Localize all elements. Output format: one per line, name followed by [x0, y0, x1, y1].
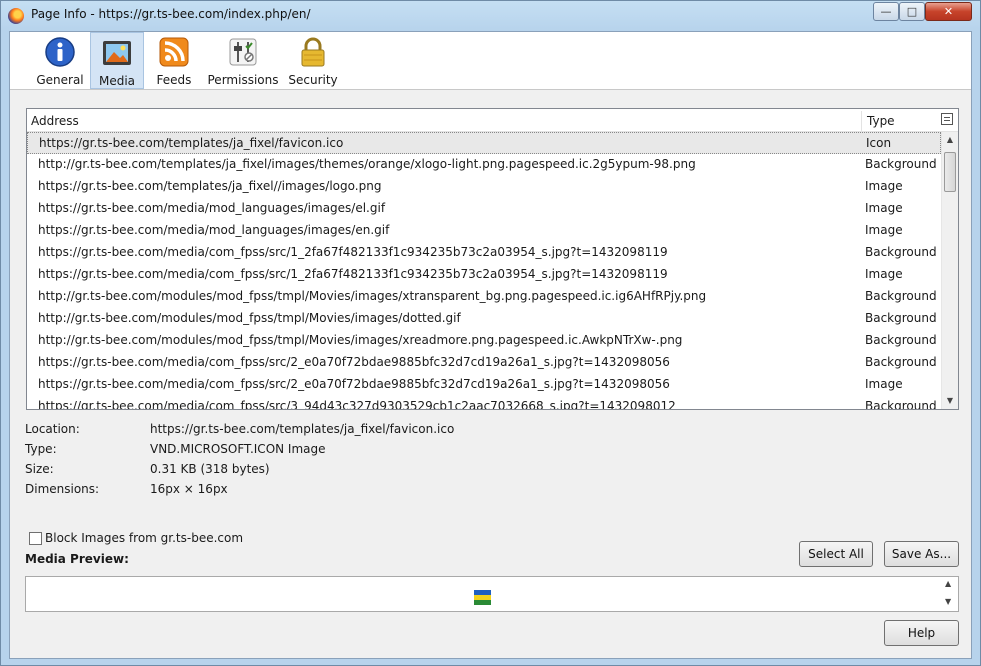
tab-general-label: General	[36, 73, 84, 87]
type-label: Type:	[25, 442, 57, 456]
column-separator[interactable]	[861, 111, 862, 131]
maximize-button[interactable]: □	[899, 2, 925, 21]
row-address: http://gr.ts-bee.com/modules/mod_fpss/tm…	[38, 289, 707, 303]
row-type: Image	[865, 377, 903, 391]
lock-icon	[297, 36, 329, 68]
row-type: Background	[865, 355, 937, 369]
location-label: Location:	[25, 422, 80, 436]
window-title: Page Info - https://gr.ts-bee.com/index.…	[31, 7, 311, 21]
favicon-preview	[474, 590, 491, 605]
preview-scroll-down-icon[interactable]: ▼	[945, 597, 951, 606]
row-type: Background	[865, 333, 937, 347]
dialog-client: General Media Feeds Permissions Security…	[9, 31, 972, 659]
scroll-up-icon[interactable]: ▲	[942, 132, 958, 148]
media-preview-label: Media Preview:	[25, 552, 129, 566]
tab-media[interactable]: Media	[90, 32, 144, 89]
tab-toolbar: General Media Feeds Permissions Security	[10, 32, 971, 90]
row-type: Background	[865, 289, 937, 303]
media-rows: https://gr.ts-bee.com/templates/ja_fixel…	[27, 132, 941, 409]
row-address: https://gr.ts-bee.com/media/mod_language…	[38, 201, 386, 215]
table-row[interactable]: https://gr.ts-bee.com/media/com_fpss/src…	[27, 264, 941, 286]
list-header: Address Type	[27, 109, 958, 132]
column-picker-icon[interactable]	[941, 113, 953, 125]
preview-scrollbar[interactable]: ▲ ▼	[941, 577, 958, 611]
dimensions-label: Dimensions:	[25, 482, 100, 496]
size-label: Size:	[25, 462, 54, 476]
media-preview: ▲ ▼	[25, 576, 959, 612]
tab-security-label: Security	[288, 73, 338, 87]
table-row[interactable]: https://gr.ts-bee.com/templates/ja_fixel…	[27, 132, 941, 154]
row-address: https://gr.ts-bee.com/media/mod_language…	[38, 223, 390, 237]
table-row[interactable]: https://gr.ts-bee.com/media/com_fpss/src…	[27, 374, 941, 396]
title-bar[interactable]: Page Info - https://gr.ts-bee.com/index.…	[1, 1, 980, 31]
table-row[interactable]: http://gr.ts-bee.com/modules/mod_fpss/tm…	[27, 308, 941, 330]
media-icon	[101, 37, 133, 69]
row-address: https://gr.ts-bee.com/media/com_fpss/src…	[38, 267, 668, 281]
tab-permissions[interactable]: Permissions	[206, 32, 280, 89]
row-type: Background	[865, 399, 937, 409]
tab-media-label: Media	[98, 74, 136, 88]
tab-general[interactable]: General	[32, 32, 88, 89]
column-type[interactable]: Type	[867, 114, 895, 128]
row-type: Image	[865, 223, 903, 237]
row-address: http://gr.ts-bee.com/modules/mod_fpss/tm…	[38, 311, 461, 325]
row-address: https://gr.ts-bee.com/media/com_fpss/src…	[38, 399, 676, 409]
table-row[interactable]: https://gr.ts-bee.com/media/mod_language…	[27, 198, 941, 220]
page-info-window: Page Info - https://gr.ts-bee.com/index.…	[0, 0, 981, 666]
location-value: https://gr.ts-bee.com/templates/ja_fixel…	[150, 422, 455, 436]
row-type: Image	[865, 267, 903, 281]
permissions-icon	[227, 36, 259, 68]
row-address: https://gr.ts-bee.com/media/com_fpss/src…	[38, 377, 670, 391]
row-address: http://gr.ts-bee.com/modules/mod_fpss/tm…	[38, 333, 683, 347]
type-value: VND.MICROSOFT.ICON Image	[150, 442, 326, 456]
tab-permissions-label: Permissions	[207, 73, 279, 87]
row-address: https://gr.ts-bee.com/media/com_fpss/src…	[38, 245, 668, 259]
info-icon	[44, 36, 76, 68]
row-address: https://gr.ts-bee.com/templates/ja_fixel…	[39, 136, 344, 150]
row-type: Icon	[866, 136, 892, 150]
row-type: Background	[865, 311, 937, 325]
table-row[interactable]: http://gr.ts-bee.com/modules/mod_fpss/tm…	[27, 286, 941, 308]
row-address: https://gr.ts-bee.com/templates/ja_fixel…	[38, 179, 382, 193]
row-address: http://gr.ts-bee.com/templates/ja_fixel/…	[38, 157, 696, 171]
block-images-label[interactable]: Block Images from gr.ts-bee.com	[45, 531, 243, 545]
tab-security[interactable]: Security	[284, 32, 342, 89]
table-row[interactable]: http://gr.ts-bee.com/modules/mod_fpss/tm…	[27, 330, 941, 352]
table-row[interactable]: https://gr.ts-bee.com/media/com_fpss/src…	[27, 242, 941, 264]
size-value: 0.31 KB (318 bytes)	[150, 462, 270, 476]
table-row[interactable]: https://gr.ts-bee.com/templates/ja_fixel…	[27, 176, 941, 198]
row-type: Background	[865, 157, 937, 171]
scroll-thumb[interactable]	[944, 152, 956, 192]
scroll-down-icon[interactable]: ▼	[942, 393, 958, 409]
close-button[interactable]: ✕	[925, 2, 972, 21]
table-row[interactable]: https://gr.ts-bee.com/media/com_fpss/src…	[27, 352, 941, 374]
row-type: Image	[865, 179, 903, 193]
minimize-button[interactable]: —	[873, 2, 899, 21]
table-row[interactable]: https://gr.ts-bee.com/media/mod_language…	[27, 220, 941, 242]
preview-scroll-up-icon[interactable]: ▲	[945, 579, 951, 588]
row-address: https://gr.ts-bee.com/media/com_fpss/src…	[38, 355, 670, 369]
block-images-checkbox[interactable]	[29, 532, 42, 545]
media-list[interactable]: Address Type https://gr.ts-bee.com/templ…	[26, 108, 959, 410]
row-type: Image	[865, 201, 903, 215]
save-as-button[interactable]: Save As...	[884, 541, 959, 567]
firefox-icon	[8, 8, 24, 24]
help-button[interactable]: Help	[884, 620, 959, 646]
rss-icon	[158, 36, 190, 68]
tab-feeds-label: Feeds	[156, 73, 192, 87]
list-scrollbar[interactable]: ▲ ▼	[941, 132, 958, 409]
table-row[interactable]: https://gr.ts-bee.com/media/com_fpss/src…	[27, 396, 941, 409]
column-address[interactable]: Address	[31, 114, 79, 128]
select-all-button[interactable]: Select All	[799, 541, 873, 567]
row-type: Background	[865, 245, 937, 259]
dimensions-value: 16px × 16px	[150, 482, 228, 496]
tab-feeds[interactable]: Feeds	[148, 32, 200, 89]
table-row[interactable]: http://gr.ts-bee.com/templates/ja_fixel/…	[27, 154, 941, 176]
